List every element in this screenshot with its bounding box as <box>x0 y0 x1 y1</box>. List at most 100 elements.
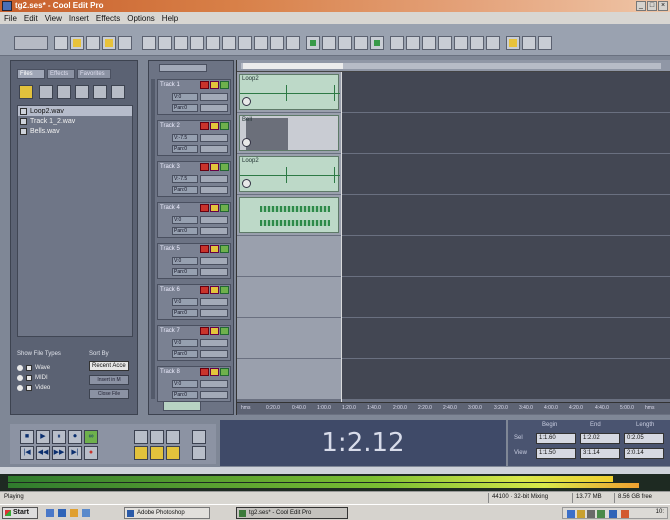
open-folder-icon[interactable] <box>19 85 33 99</box>
track-view-tabs[interactable] <box>159 64 207 72</box>
vertical-scroll[interactable] <box>163 401 201 411</box>
delete-button[interactable] <box>254 36 268 50</box>
view-end-field[interactable]: 3:1.14 <box>580 448 620 459</box>
maximize-button[interactable]: □ <box>647 1 657 11</box>
track-lane-5[interactable] <box>237 236 670 276</box>
pan-field[interactable]: Pan:0 <box>172 227 198 235</box>
paste-mix-button[interactable] <box>190 36 204 50</box>
volume-field[interactable]: V:0 <box>172 339 198 347</box>
output-select[interactable] <box>200 104 228 112</box>
antivirus-icon[interactable] <box>621 510 629 518</box>
hybrid-tool[interactable] <box>338 36 352 50</box>
track-lane-3[interactable]: Loop2 <box>237 154 670 194</box>
track-name[interactable]: Track 1 <box>160 82 180 88</box>
help-button[interactable] <box>538 36 552 50</box>
marker-button[interactable] <box>406 36 420 50</box>
audio-clip[interactable] <box>239 197 339 233</box>
quicklaunch-icon[interactable] <box>82 509 90 517</box>
track-lane-6[interactable] <box>237 277 670 317</box>
cut-button[interactable] <box>142 36 156 50</box>
stop-button[interactable]: ■ <box>20 430 34 444</box>
undo-button[interactable] <box>206 36 220 50</box>
solo-button[interactable] <box>210 368 219 376</box>
overview-thumb[interactable] <box>243 63 343 69</box>
record-button[interactable]: ● <box>84 446 98 460</box>
repeat-button[interactable] <box>238 36 252 50</box>
go-to-start-button[interactable]: |◀ <box>20 446 34 460</box>
folder-icon[interactable] <box>70 509 78 517</box>
pan-field[interactable]: Pan:0 <box>172 268 198 276</box>
copy-button[interactable] <box>158 36 172 50</box>
sel-end-field[interactable]: 1:2.02 <box>580 433 620 444</box>
audio-clip[interactable]: Loop2 <box>239 74 340 110</box>
menu-options[interactable]: Options <box>127 14 155 23</box>
output-select[interactable] <box>200 186 228 194</box>
pan-field[interactable]: Pan:0 <box>172 309 198 317</box>
volume-field[interactable]: V:0 <box>172 380 198 388</box>
menu-help[interactable]: Help <box>162 14 178 23</box>
time-ruler[interactable]: hms 0:20.0 0:40.0 1:00.0 1:20.0 1:40.0 2:00.0 2… <box>237 402 670 414</box>
pan-field[interactable]: Pan:0 <box>172 104 198 112</box>
desktop-icon[interactable] <box>46 509 54 517</box>
audio-clip[interactable]: Loop2 <box>239 156 340 192</box>
solo-button[interactable] <box>210 122 219 130</box>
envelope-tool[interactable] <box>354 36 368 50</box>
input-select[interactable] <box>200 380 228 388</box>
taskbar-item-photoshop[interactable]: Adobe Photoshop <box>124 507 210 519</box>
output-select[interactable] <box>200 391 228 399</box>
trim-button[interactable] <box>270 36 284 50</box>
track-lane-2[interactable]: Bell <box>237 113 670 153</box>
filter-midi-checkbox[interactable]: MIDI <box>17 373 50 383</box>
audio-clip[interactable]: Bell <box>239 115 339 151</box>
loop-button[interactable] <box>390 36 404 50</box>
tab-files[interactable]: Files <box>17 69 45 79</box>
view-begin-field[interactable]: 1:1.50 <box>536 448 576 459</box>
start-button[interactable]: Start <box>2 507 38 519</box>
input-select[interactable] <box>200 175 228 183</box>
filter-video-checkbox[interactable]: Video <box>17 383 50 393</box>
paste-button[interactable] <box>174 36 188 50</box>
input-select[interactable] <box>200 339 228 347</box>
menu-edit[interactable]: Edit <box>24 14 38 23</box>
insert-in-multitrack-button[interactable]: Insert in M <box>89 375 129 385</box>
tab-effects[interactable]: Effects <box>47 69 75 79</box>
output-select[interactable] <box>200 227 228 235</box>
track-lane-4[interactable] <box>237 195 670 235</box>
zoom-out-h-icon[interactable] <box>150 430 164 444</box>
close-file-button[interactable]: Close File <box>89 389 129 399</box>
tray-icon[interactable] <box>567 510 575 518</box>
zoom-in-v-icon[interactable] <box>192 430 206 444</box>
pause-button[interactable]: ⏸ <box>52 430 66 444</box>
tray-icon[interactable] <box>587 510 595 518</box>
ie-icon[interactable] <box>58 509 66 517</box>
pan-field[interactable]: Pan:0 <box>172 391 198 399</box>
mute-button[interactable] <box>220 245 229 253</box>
mixdown-button[interactable] <box>454 36 468 50</box>
save-button[interactable] <box>86 36 100 50</box>
zoom-left-icon[interactable] <box>134 446 148 460</box>
track-name[interactable]: Track 7 <box>160 328 180 334</box>
record-arm-button[interactable] <box>200 163 209 171</box>
solo-button[interactable] <box>210 81 219 89</box>
mute-button[interactable] <box>220 122 229 130</box>
mix-button[interactable] <box>286 36 300 50</box>
close-button[interactable]: × <box>658 1 668 11</box>
go-to-end-button[interactable]: ▶| <box>68 446 82 460</box>
sel-begin-field[interactable]: 1:1.60 <box>536 433 576 444</box>
mute-button[interactable] <box>220 327 229 335</box>
toggle-view-button[interactable] <box>14 36 48 50</box>
menu-file[interactable]: File <box>4 14 17 23</box>
cd-project-button[interactable] <box>506 36 520 50</box>
input-select[interactable] <box>200 93 228 101</box>
network-icon[interactable] <box>609 510 617 518</box>
input-select[interactable] <box>200 134 228 142</box>
time-select-tool[interactable] <box>306 36 320 50</box>
mute-button[interactable] <box>220 368 229 376</box>
track-name[interactable]: Track 5 <box>160 246 180 252</box>
zoom-selection-icon[interactable] <box>166 446 180 460</box>
input-select[interactable] <box>200 257 228 265</box>
track-properties-button[interactable] <box>438 36 452 50</box>
pan-field[interactable]: Pan:0 <box>172 186 198 194</box>
insert-file-icon[interactable] <box>93 85 107 99</box>
input-select[interactable] <box>200 216 228 224</box>
